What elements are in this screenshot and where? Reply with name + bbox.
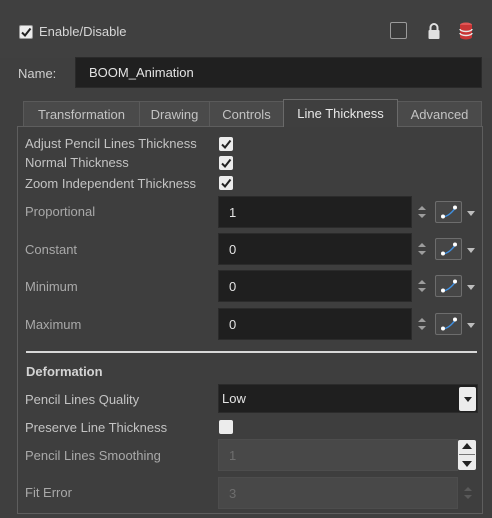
chevron-down-icon[interactable] [467,248,475,253]
database-icon[interactable] [458,21,474,41]
pencil-quality-value: Low [222,391,246,406]
lock-icon[interactable] [427,22,441,40]
section-divider [26,351,477,353]
check-icon [221,178,232,189]
spin-arrows-icon[interactable] [418,243,426,255]
zoom-independent-label: Zoom Independent Thickness [25,176,197,191]
proportional-label: Proportional [25,204,96,219]
constant-value: 0 [229,241,237,257]
tab-label: Controls [222,107,271,122]
constant-field[interactable]: 0 [218,233,412,265]
smoothing-stepper[interactable] [458,440,476,470]
normal-thickness-label: Normal Thickness [25,155,129,170]
check-icon [221,139,232,150]
preserve-thickness-checkbox[interactable] [219,420,233,434]
smoothing-value: 1 [229,447,237,463]
minimum-field[interactable]: 0 [218,270,412,302]
function-button[interactable] [435,201,462,223]
function-curve-icon [440,279,457,293]
tab-label: Advanced [410,107,469,122]
tab-bar: Transformation Drawing Controls Line Thi… [23,99,483,127]
constant-label: Constant [25,242,78,257]
spin-arrows-icon[interactable] [418,318,426,330]
fit-error-field[interactable]: 3 [218,477,458,509]
normal-thickness-checkbox[interactable] [219,156,233,170]
enable-checkbox[interactable] [19,25,33,39]
tab-transformation[interactable]: Transformation [23,101,140,127]
square-button[interactable] [390,22,407,39]
function-curve-icon [440,242,457,256]
fit-error-value: 3 [229,485,237,501]
spin-arrows-icon[interactable] [464,487,472,499]
enable-label[interactable]: Enable/Disable [39,24,126,39]
smoothing-label: Pencil Lines Smoothing [25,448,161,463]
function-button[interactable] [435,238,462,260]
function-button[interactable] [435,275,462,297]
adjust-pencil-label: Adjust Pencil Lines Thickness [25,136,197,151]
minimum-value: 0 [229,278,237,294]
zoom-independent-checkbox[interactable] [219,176,233,190]
arrow-up-icon [462,442,472,449]
tab-drawing[interactable]: Drawing [139,101,210,127]
stepper-separator [459,454,475,456]
spin-arrows-icon[interactable] [418,280,426,292]
tab-label: Drawing [150,107,199,122]
proportional-field[interactable]: 1 [218,196,412,228]
maximum-value: 0 [229,316,237,332]
tab-controls[interactable]: Controls [209,101,284,127]
tab-label: Line Thickness [297,106,384,121]
name-field[interactable] [75,57,482,88]
maximum-label: Maximum [25,317,82,332]
chevron-down-icon[interactable] [467,211,475,216]
pencil-quality-select[interactable]: Low [218,384,478,413]
name-label: Name: [18,66,57,81]
function-curve-icon [440,205,457,219]
check-icon [21,27,32,38]
chevron-down-icon[interactable] [467,323,475,328]
arrow-down-icon [462,461,472,468]
tab-label: Transformation [38,107,125,122]
tab-advanced[interactable]: Advanced [397,101,482,127]
fit-error-label: Fit Error [25,485,72,500]
minimum-label: Minimum [25,279,78,294]
function-button[interactable] [435,313,462,335]
chevron-down-icon[interactable] [467,285,475,290]
function-curve-icon [440,317,457,331]
proportional-value: 1 [229,204,237,220]
smoothing-field[interactable]: 1 [218,439,458,471]
pencil-quality-label: Pencil Lines Quality [25,392,140,407]
chevron-down-icon [463,396,472,402]
check-icon [221,158,232,169]
layer-properties-panel: Enable/Disable Name: Transformation Draw… [0,0,492,518]
maximum-field[interactable]: 0 [218,308,412,340]
tab-line-thickness[interactable]: Line Thickness [283,99,398,127]
dropdown-arrow[interactable] [459,387,476,411]
preserve-thickness-label: Preserve Line Thickness [25,420,168,435]
spin-arrows-icon[interactable] [418,206,426,218]
adjust-pencil-checkbox[interactable] [219,137,233,151]
deformation-title: Deformation [26,364,103,379]
